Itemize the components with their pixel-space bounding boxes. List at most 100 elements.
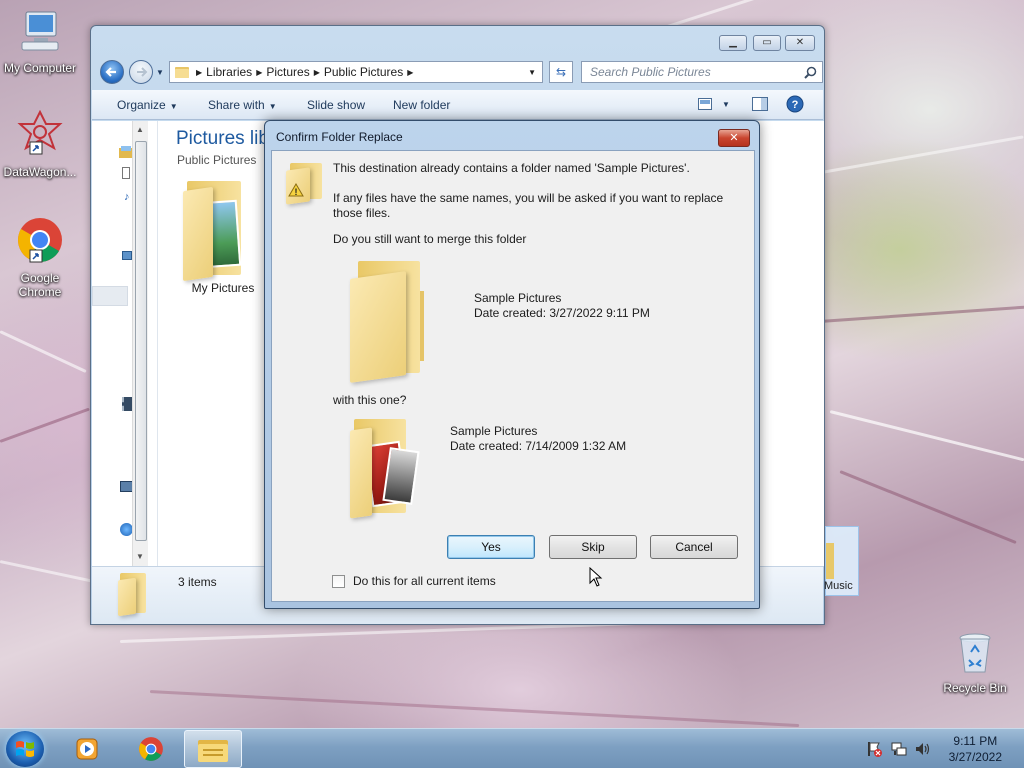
cancel-button[interactable]: Cancel [650, 535, 738, 559]
skip-button[interactable]: Skip [549, 535, 637, 559]
network-tray-icon[interactable] [891, 741, 907, 757]
window-close-button[interactable]: ✕ [785, 35, 815, 51]
back-arrow-icon [105, 67, 116, 77]
folder-item-music[interactable]: Music [824, 526, 859, 596]
refresh-icon: ⇆ [555, 65, 567, 79]
scroll-up-icon[interactable]: ▲ [136, 125, 144, 134]
desktop-icon-recycle-bin[interactable]: Recycle Bin [935, 630, 1015, 695]
forward-button[interactable] [129, 60, 153, 84]
desktop-icon-datawagon[interactable]: DataWagon... [0, 109, 80, 179]
wallpaper-streak [819, 304, 1024, 323]
yes-button[interactable]: Yes [447, 535, 535, 559]
volume-icon[interactable] [915, 741, 931, 757]
destination-folder-date: Date created: 3/27/2022 9:11 PM [474, 306, 650, 320]
system-clock[interactable]: 9:11 PM 3/27/2022 [949, 733, 1002, 765]
datawagon-logo-icon [17, 109, 63, 155]
search-icon [804, 66, 817, 79]
search-input[interactable]: Search Public Pictures [581, 61, 823, 83]
desktop-icon-label: My Computer [3, 61, 77, 75]
address-dropdown-icon[interactable]: ▼ [528, 68, 536, 77]
chevron-down-icon: ▼ [268, 102, 277, 111]
picture-icon[interactable] [122, 251, 132, 260]
command-toolbar: Organize ▼ Share with ▼ Slide show New fol… [92, 90, 823, 120]
apply-to-all-label[interactable]: Do this for all current items [353, 574, 496, 589]
music-note-icon[interactable]: ♪ [124, 191, 130, 203]
recycle-bin-icon [959, 633, 991, 673]
apply-to-all-checkbox[interactable] [332, 575, 345, 588]
breadcrumb-separator-icon[interactable]: ▶ [407, 68, 413, 77]
dialog-body: ! This destination already contains a fo… [271, 150, 755, 602]
items-count: 3 items [178, 575, 217, 589]
search-placeholder: Search Public Pictures [590, 65, 711, 79]
source-folder-date: Date created: 7/14/2009 1:32 AM [450, 439, 627, 453]
nav-pane-selection[interactable] [92, 286, 128, 306]
folder-small-icon [175, 67, 189, 78]
destination-folder-option[interactable]: Sample Pictures Date created: 3/27/2022 … [350, 251, 680, 383]
address-row: ▼ ▶ Libraries ▶ Pictures ▶ Public Pictur… [97, 59, 823, 85]
wallpaper-streak [149, 690, 800, 728]
library-subtitle[interactable]: Public Pictures [177, 153, 256, 167]
new-folder-button[interactable]: New folder [393, 98, 450, 112]
desktop-icon-my-computer[interactable]: My Computer [0, 8, 80, 75]
wallpaper-streak [0, 330, 87, 374]
address-bar[interactable]: ▶ Libraries ▶ Pictures ▶ Public Pictures… [169, 61, 543, 83]
media-player-icon [76, 738, 98, 760]
folder-icon [183, 181, 249, 282]
wallpaper-streak [829, 410, 1024, 462]
navigation-pane[interactable]: ♪ ▲ ▼ [92, 121, 158, 566]
source-folder-option[interactable]: Sample Pictures Date created: 7/14/2009 … [350, 419, 680, 529]
minimize-button[interactable]: ▁ [719, 35, 747, 51]
breadcrumb-separator-icon[interactable]: ▶ [256, 68, 262, 77]
breadcrumb-pictures[interactable]: Pictures [266, 65, 309, 79]
taskbar-windows-explorer[interactable] [184, 730, 242, 768]
nav-scrollbar[interactable]: ▲ ▼ [132, 121, 148, 566]
wallpaper-streak [0, 407, 90, 443]
library-title: Pictures lib [176, 128, 269, 149]
wallpaper-streak [839, 470, 1017, 545]
video-icon[interactable] [122, 397, 132, 411]
share-with-menu[interactable]: Share with ▼ [208, 98, 277, 112]
warning-icon: ! [288, 183, 304, 197]
back-button[interactable] [100, 60, 124, 84]
dialog-title: Confirm Folder Replace [276, 130, 403, 144]
svg-text:!: ! [295, 187, 298, 197]
start-button[interactable] [6, 731, 44, 767]
view-dropdown-icon[interactable]: ▼ [722, 100, 730, 109]
scroll-down-icon[interactable]: ▼ [136, 552, 144, 561]
document-icon[interactable] [122, 167, 130, 179]
maximize-button[interactable]: ▭ [753, 35, 781, 51]
library-icon[interactable] [119, 146, 133, 158]
desktop-icon-label: Recycle Bin [943, 681, 1007, 695]
wallpaper-streak [0, 560, 94, 583]
dialog-close-button[interactable]: ✕ [718, 129, 750, 147]
share-with-label: Share with [208, 98, 265, 112]
folder-item-my-pictures[interactable]: My Pictures [183, 181, 263, 296]
breadcrumb-libraries[interactable]: Libraries [206, 65, 252, 79]
chevron-down-icon: ▼ [169, 102, 178, 111]
breadcrumb-separator-icon[interactable]: ▶ [314, 68, 320, 77]
organize-label: Organize [117, 98, 166, 112]
clock-date: 3/27/2022 [948, 750, 1002, 764]
preview-pane-icon[interactable] [752, 97, 768, 111]
refresh-button[interactable]: ⇆ [549, 61, 573, 83]
desktop-icon-google-chrome[interactable]: Google Chrome [0, 216, 80, 299]
view-options-icon[interactable] [698, 98, 712, 110]
taskbar-media-player[interactable] [58, 730, 116, 768]
mouse-cursor-icon [589, 567, 603, 587]
folder-warning-icon: ! [286, 163, 326, 205]
clock-time: 9:11 PM [953, 734, 998, 748]
slide-show-button[interactable]: Slide show [307, 98, 365, 112]
scroll-thumb[interactable] [135, 141, 147, 541]
breadcrumb-separator-icon[interactable]: ▶ [196, 68, 202, 77]
organize-menu[interactable]: Organize ▼ [117, 98, 178, 112]
folder-label: Music [824, 580, 853, 592]
chrome-icon [139, 737, 163, 761]
windows-logo-icon [16, 741, 34, 757]
taskbar-google-chrome[interactable] [122, 730, 180, 768]
taskbar: 9:11 PM 3/27/2022 [0, 728, 1024, 768]
help-icon[interactable]: ? [786, 95, 804, 113]
folder-label: My Pictures [191, 281, 255, 295]
recent-pages-chevron-icon[interactable]: ▼ [156, 68, 164, 77]
breadcrumb-public-pictures[interactable]: Public Pictures [324, 65, 403, 79]
action-center-flag-icon[interactable] [866, 741, 882, 757]
